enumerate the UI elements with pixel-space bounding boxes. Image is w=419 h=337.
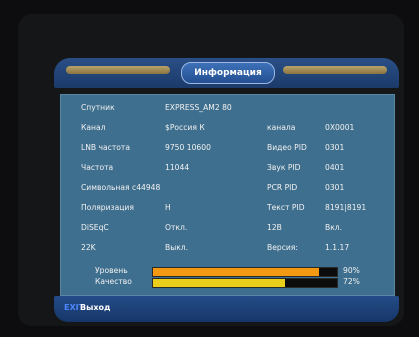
row-symbol-rate-label: Символьная с44948 xyxy=(81,183,161,192)
row-audio-pid-value: 0401 xyxy=(325,163,345,172)
row-version-label: Версия: xyxy=(267,243,298,252)
exit-label[interactable]: Выход xyxy=(80,303,110,312)
row-channel-id-label: канала xyxy=(267,123,296,132)
information-dialog: Информация Спутник EXPRESS_AM2 80 Канал … xyxy=(54,58,399,326)
tv-screen: Информация Спутник EXPRESS_AM2 80 Канал … xyxy=(18,14,404,326)
signal-quality-fill xyxy=(153,279,286,287)
row-12v-value: Вкл. xyxy=(325,223,343,232)
signal-level-percent: 90% xyxy=(343,266,360,275)
signal-level-bar xyxy=(152,267,338,277)
row-lnb-value: 9750 10600 xyxy=(165,143,211,152)
row-channel-value: $Россия К xyxy=(165,123,205,132)
row-frequency-value: 11044 xyxy=(165,163,190,172)
signal-level-label: Уровень xyxy=(95,266,128,275)
row-pcr-pid-label: PCR PID xyxy=(267,183,298,192)
row-22k-label: 22K xyxy=(81,243,96,252)
row-diseqc-label: DiSEqC xyxy=(81,223,109,232)
row-video-pid-label: Видео PID xyxy=(267,143,307,152)
signal-level-fill xyxy=(153,268,319,276)
row-22k-value: Выкл. xyxy=(165,243,189,252)
signal-quality-percent: 72% xyxy=(343,277,360,286)
row-satellite-value: EXPRESS_AM2 80 xyxy=(165,103,232,112)
row-channel-label: Канал xyxy=(81,123,106,132)
row-satellite-label: Спутник xyxy=(81,103,115,112)
header-accent-left xyxy=(66,66,170,74)
dialog-footer: EXIT Выход xyxy=(54,296,399,322)
dialog-header: Информация xyxy=(54,58,399,88)
dialog-title: Информация xyxy=(181,62,275,84)
header-accent-right xyxy=(283,66,387,74)
row-lnb-label: LNB частота xyxy=(81,143,130,152)
row-version-value: 1.1.17 xyxy=(325,243,350,252)
signal-quality-bar xyxy=(152,278,338,288)
row-audio-pid-label: Звук PID xyxy=(267,163,301,172)
row-pcr-pid-value: 0301 xyxy=(325,183,345,192)
row-channel-id-value: 0X0001 xyxy=(325,123,355,132)
row-diseqc-value: Откл. xyxy=(165,223,188,232)
row-polarization-value: H xyxy=(165,203,171,212)
row-frequency-label: Частота xyxy=(81,163,114,172)
row-text-pid-label: Текст PID xyxy=(267,203,305,212)
row-text-pid-value: 8191|8191 xyxy=(325,203,367,212)
signal-quality-label: Качество xyxy=(95,277,132,286)
row-polarization-label: Поляризация xyxy=(81,203,134,212)
info-panel: Спутник EXPRESS_AM2 80 Канал $Россия К к… xyxy=(60,94,395,296)
row-video-pid-value: 0301 xyxy=(325,143,345,152)
row-12v-label: 12В xyxy=(267,223,282,232)
